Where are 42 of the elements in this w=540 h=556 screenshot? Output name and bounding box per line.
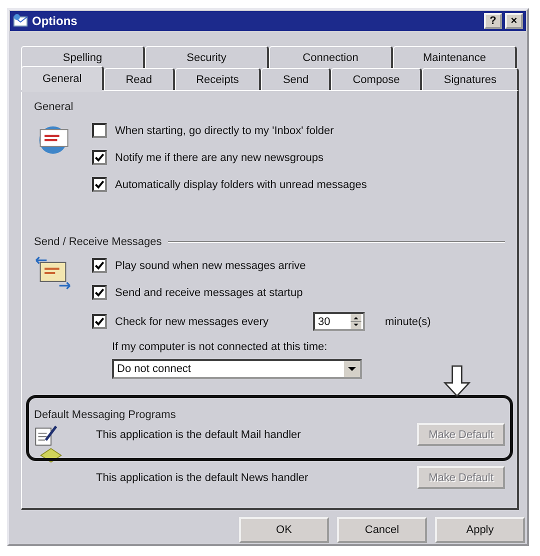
section-heading: Default Messaging Programs (34, 409, 177, 421)
dialog-button[interactable]: Cancel (337, 517, 427, 543)
tab[interactable]: Spelling (21, 46, 145, 68)
dialog-button[interactable]: Apply (435, 517, 525, 543)
down-arrow-icon (443, 365, 471, 397)
tab[interactable]: Signatures (422, 68, 519, 90)
tab[interactable]: Receipts (174, 68, 262, 90)
checkbox-label: When starting, go directly to my 'Inbox' folder (115, 124, 334, 136)
spinner-arrows-icon[interactable] (349, 314, 363, 329)
checkbox[interactable] (92, 150, 107, 165)
help-button[interactable]: ? (484, 13, 502, 29)
tab[interactable]: Security (145, 46, 269, 68)
checkbox[interactable] (92, 314, 107, 329)
checkbox-label: Play sound when new messages arrive (115, 260, 306, 272)
checkbox[interactable] (92, 177, 107, 192)
checkbox-label: Notify me if there are any new newsgroups (115, 152, 324, 164)
handler-text: This application is the default Mail handler (96, 428, 301, 440)
window-title: Options (32, 14, 78, 28)
unit-label: minute(s) (385, 316, 431, 328)
tab[interactable]: Send (261, 68, 332, 90)
dialog-button[interactable]: OK (239, 517, 329, 543)
checkbox-label: Automatically display folders with unread messages (115, 178, 367, 190)
checkbox-label: Send and receive messages at startup (115, 286, 303, 298)
handler-text: This application is the default News handler (96, 472, 308, 484)
checkbox[interactable] (92, 258, 107, 273)
send-receive-icon (34, 254, 72, 292)
envelope-icon (13, 13, 29, 29)
section-heading: General (34, 101, 74, 113)
checkbox[interactable] (92, 285, 107, 300)
section-heading: Send / Receive Messages (34, 236, 162, 248)
checkbox[interactable] (92, 123, 107, 138)
tab[interactable]: General (21, 66, 104, 90)
dropdown[interactable]: Do not connect (112, 359, 362, 379)
tab[interactable]: Maintenance (393, 46, 517, 68)
tab[interactable]: Compose (331, 68, 422, 90)
tab[interactable]: Connection (269, 46, 393, 68)
checkbox-label: Check for new messages every (115, 316, 270, 328)
spin-field[interactable]: 30 (313, 312, 365, 331)
tab[interactable]: Read (104, 68, 175, 90)
close-button[interactable]: × (505, 13, 523, 29)
offline-label: If my computer is not connected at this time: (112, 341, 328, 353)
caret-icon (344, 361, 360, 377)
